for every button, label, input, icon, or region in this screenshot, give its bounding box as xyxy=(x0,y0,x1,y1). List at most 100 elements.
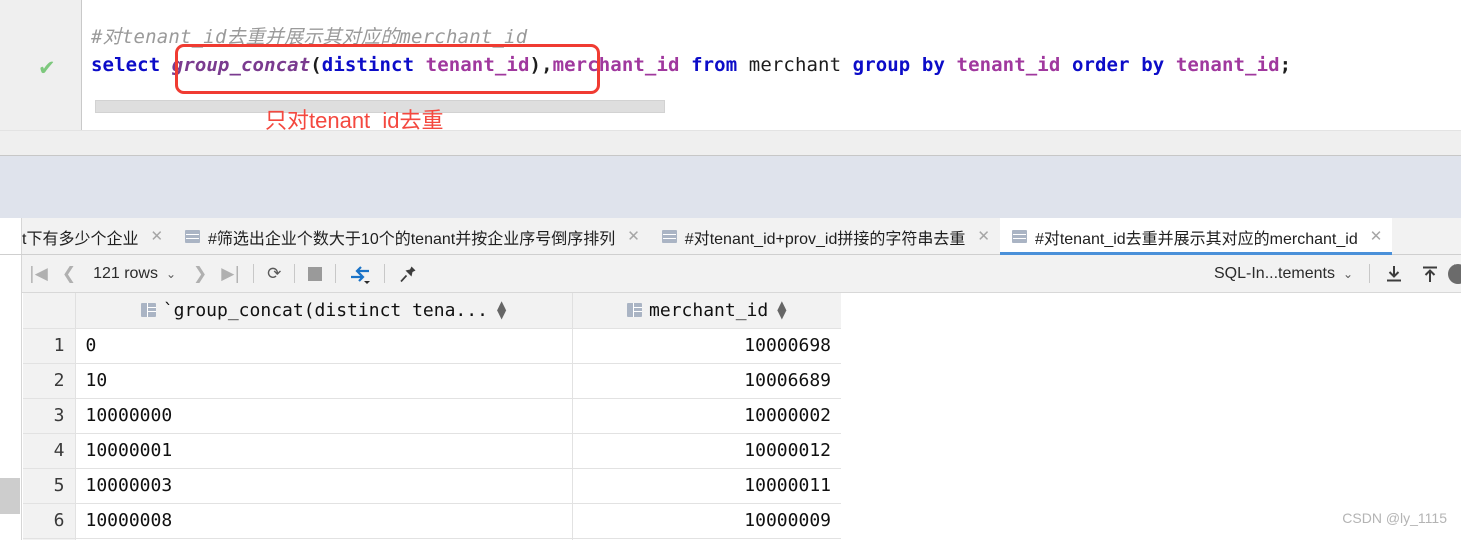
sql-statement-line[interactable]: select group_concat(distinct tenant_id),… xyxy=(91,54,1291,76)
table-row[interactable]: 1 0 10000698 xyxy=(23,328,841,364)
upload-icon[interactable] xyxy=(1412,255,1448,293)
prev-page-button[interactable]: ❮ xyxy=(55,255,83,293)
table-row[interactable]: 2 10 10006689 xyxy=(23,363,841,399)
close-icon[interactable]: ✕ xyxy=(1370,229,1383,244)
vertical-scrollbar-thumb[interactable] xyxy=(0,478,20,514)
result-grid[interactable]: `group_concat(distinct tena... ▲ ▼ mercha… xyxy=(0,293,1461,540)
transpose-arrows-icon xyxy=(351,265,371,284)
header-group-concat-column[interactable]: `group_concat(distinct tena... ▲ ▼ xyxy=(74,293,572,329)
table-row[interactable]: 6 10000008 10000009 xyxy=(23,503,841,539)
cell-rownum[interactable]: 4 xyxy=(23,433,76,469)
cell-rownum[interactable]: 1 xyxy=(23,328,76,364)
result-toolbar[interactable]: |◀ ❮ 121 rows ⌄ ❯ ▶| ⟳ SQL-In...tements … xyxy=(0,254,1461,293)
download-icon[interactable] xyxy=(1376,255,1412,293)
result-tab-1[interactable]: #筛选出企业个数大于10个的tenant并按企业序号倒序排列 ✕ xyxy=(173,218,650,255)
download-arrow-icon xyxy=(1387,265,1401,281)
sql-token: by xyxy=(1141,54,1165,76)
first-page-button[interactable]: |◀ xyxy=(22,255,55,293)
cell-c1[interactable]: 10 xyxy=(75,363,572,399)
close-icon[interactable]: ✕ xyxy=(150,229,163,244)
last-page-button[interactable]: ▶| xyxy=(214,255,247,293)
result-tab-strip[interactable]: t下有多少个企业 ✕ #筛选出企业个数大于10个的tenant并按企业序号倒序排列 ✕… xyxy=(0,218,1461,255)
results-table[interactable]: `group_concat(distinct tena... ▲ ▼ mercha… xyxy=(23,293,841,540)
result-tab-label: #对tenant_id去重并展示其对应的merchant_id xyxy=(1034,230,1358,248)
sql-token: select xyxy=(91,54,161,76)
sql-token: merchant_id xyxy=(552,54,680,76)
cell-c1[interactable]: 0 xyxy=(75,328,572,364)
statement-selector-label[interactable]: SQL-In...tements xyxy=(1207,255,1339,293)
result-tab-label: #对tenant_id+prov_id拼接的字符串去重 xyxy=(684,230,966,248)
check-icon: ✔ xyxy=(38,56,56,80)
sql-token: merchant xyxy=(748,54,842,76)
cell-rownum[interactable]: 5 xyxy=(23,468,76,504)
cell-rownum[interactable]: 6 xyxy=(23,503,76,539)
toolbar-divider xyxy=(335,264,337,283)
table-header-row: `group_concat(distinct tena... ▲ ▼ mercha… xyxy=(23,293,841,329)
refresh-icon[interactable]: ⟳ xyxy=(260,255,288,293)
editor-bottom-strip xyxy=(0,130,1461,155)
result-tab-0[interactable]: t下有多少个企业 ✕ xyxy=(22,218,173,255)
grid-left-rail xyxy=(0,293,22,540)
close-icon[interactable]: ✕ xyxy=(627,229,640,244)
sql-token: group_concat xyxy=(171,54,311,76)
stop-button[interactable] xyxy=(301,255,329,293)
close-icon[interactable]: ✕ xyxy=(977,229,990,244)
cell-c2[interactable]: 10000011 xyxy=(571,468,841,504)
cell-rownum[interactable]: 2 xyxy=(23,363,76,399)
table-row[interactable]: 3 10000000 10000002 xyxy=(23,398,841,434)
result-tab-3[interactable]: #对tenant_id去重并展示其对应的merchant_id ✕ xyxy=(999,218,1393,255)
cell-c2[interactable]: 10000698 xyxy=(571,328,841,364)
editor-gutter: ✔ xyxy=(0,0,82,130)
header-label: `group_concat(distinct tena... xyxy=(162,299,488,321)
cell-c2[interactable]: 10000009 xyxy=(571,503,841,539)
grid-icon xyxy=(185,230,201,243)
sql-token: ( xyxy=(310,54,322,76)
row-count-label: 121 rows xyxy=(93,264,158,282)
cell-c1[interactable]: 10000000 xyxy=(75,398,572,434)
transpose-icon[interactable] xyxy=(342,255,378,293)
cell-c2[interactable]: 10006689 xyxy=(571,363,841,399)
next-page-button[interactable]: ❯ xyxy=(186,255,214,293)
sql-token: tenant_id xyxy=(956,54,1061,76)
grid-icon xyxy=(1011,230,1027,243)
row-count-chevron-down-icon[interactable]: ⌄ xyxy=(162,255,186,293)
table-row[interactable]: 5 10000003 10000011 xyxy=(23,468,841,504)
cell-rownum[interactable]: 3 xyxy=(23,398,76,434)
cell-c1[interactable]: 10000008 xyxy=(75,503,572,539)
table-row[interactable]: 4 10000001 10000012 xyxy=(23,433,841,469)
cell-c2[interactable]: 10000002 xyxy=(571,398,841,434)
tab-strip-left-edge xyxy=(0,218,22,254)
cell-c1[interactable]: 10000003 xyxy=(75,468,572,504)
header-merchant-id-column[interactable]: merchant_id ▲ ▼ xyxy=(571,293,841,329)
toolbar-divider xyxy=(253,264,255,283)
toolbar-divider xyxy=(294,264,296,283)
sql-editor[interactable]: ✔ #对tenant_id去重并展示其对应的merchant_id select… xyxy=(0,0,1461,155)
cell-c2[interactable]: 10000012 xyxy=(571,433,841,469)
sql-token: ) xyxy=(529,54,542,76)
pin-glyph-icon xyxy=(400,266,416,282)
watermark: CSDN @ly_1115 xyxy=(1342,510,1447,526)
stop-icon xyxy=(308,266,323,281)
sql-token: ; xyxy=(1279,54,1292,76)
result-tab-2[interactable]: #对tenant_id+prov_id拼接的字符串去重 ✕ xyxy=(650,218,1000,255)
sql-token: , xyxy=(541,54,553,76)
column-icon xyxy=(140,303,156,318)
header-label: merchant_id xyxy=(649,299,769,321)
sort-arrows-icon[interactable]: ▲ ▼ xyxy=(777,299,786,320)
cell-c1[interactable]: 10000001 xyxy=(75,433,572,469)
sql-comment-line: #对tenant_id去重并展示其对应的merchant_id xyxy=(91,26,528,48)
overflow-circle-icon[interactable] xyxy=(1448,264,1461,284)
sort-arrows-icon[interactable]: ▲ ▼ xyxy=(497,299,506,320)
pin-icon[interactable] xyxy=(391,255,425,293)
statement-selector-chevron-down-icon[interactable]: ⌄ xyxy=(1339,255,1363,293)
sql-token: tenant_id xyxy=(1175,54,1280,76)
editor-results-divider xyxy=(0,155,1461,218)
